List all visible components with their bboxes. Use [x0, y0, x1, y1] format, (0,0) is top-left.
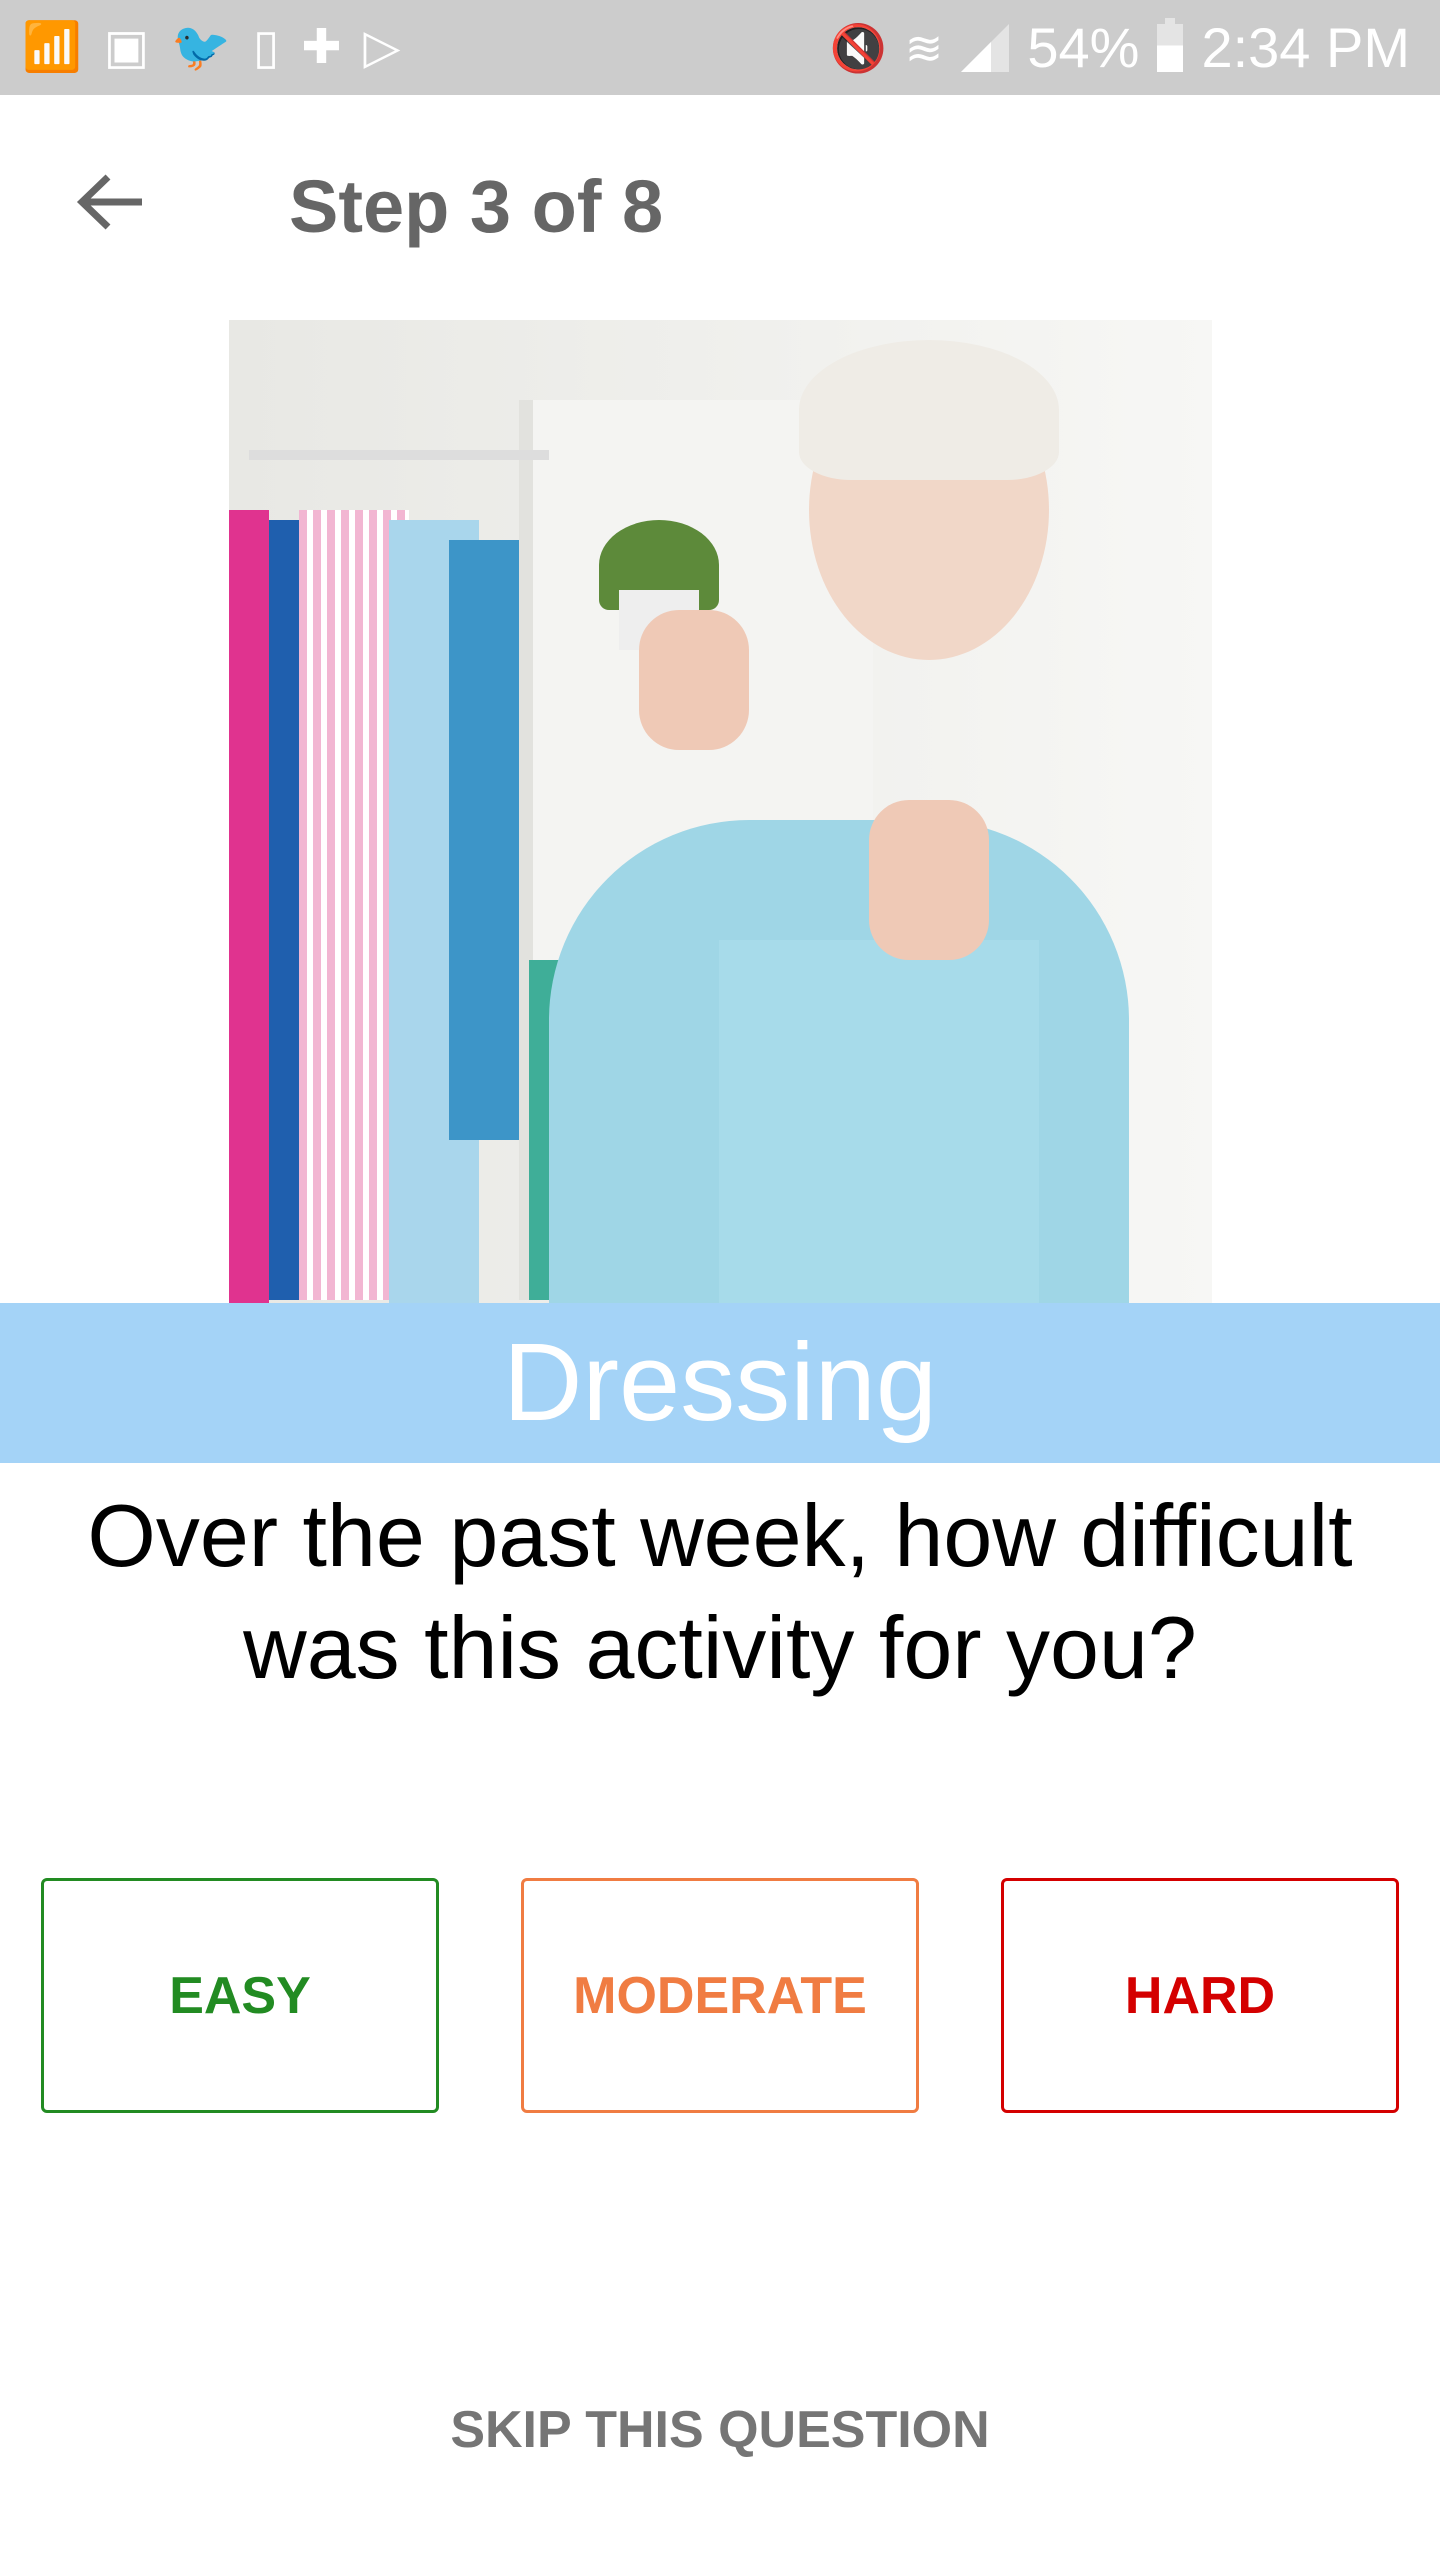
skip-question-button[interactable]: SKIP THIS QUESTION	[0, 2395, 1440, 2465]
page-title: Step 3 of 8	[289, 165, 664, 248]
hard-button[interactable]: HARD	[1001, 1878, 1399, 2113]
activity-photo	[229, 320, 1212, 1303]
signal-icon	[961, 24, 1010, 72]
battery-percent: 54%	[1027, 16, 1140, 79]
health-plus-icon: ✚	[301, 21, 342, 74]
play-store-icon: ▷	[363, 21, 401, 74]
question-line-2: was this activity for you?	[243, 1598, 1197, 1697]
twitter-icon: 🐦	[171, 21, 231, 74]
app-header: Step 3 of 8	[0, 95, 1440, 295]
activity-label: Dressing	[0, 1303, 1440, 1463]
vibrate-mute-icon: 🔇	[829, 22, 887, 74]
easy-button[interactable]: EASY	[41, 1878, 439, 2113]
moderate-button[interactable]: MODERATE	[521, 1878, 919, 2113]
sim-icon: ▯	[252, 21, 280, 74]
clock: 2:34 PM	[1201, 16, 1410, 79]
status-bar: 📶 ▣ 🐦 ▯ ✚ ▷ 🔇 ≋ 54% 2:34 PM	[0, 0, 1440, 95]
wifi-call-icon: 📶	[22, 21, 82, 74]
wifi-icon: ≋	[904, 22, 944, 74]
battery-icon	[1157, 18, 1184, 72]
image-icon: ▣	[103, 21, 150, 74]
question-line-1: Over the past week, how difficult	[87, 1486, 1353, 1585]
question-text: Over the past week, how difficult was th…	[0, 1480, 1440, 1704]
back-arrow-icon[interactable]	[72, 167, 152, 237]
